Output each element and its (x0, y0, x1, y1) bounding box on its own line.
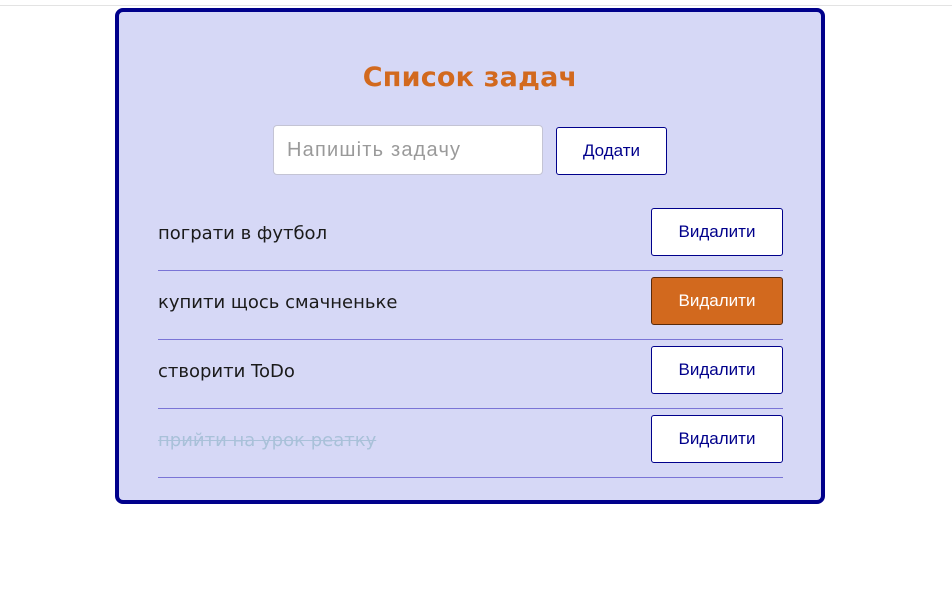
task-text-completed[interactable]: прийти на урок реатку (158, 430, 376, 451)
add-task-button[interactable]: Додати (556, 127, 667, 175)
task-text[interactable]: створити ToDo (158, 361, 295, 382)
delete-task-button[interactable]: Видалити (651, 346, 783, 394)
todo-card: Список задач Додати пограти в футбол Вид… (115, 8, 825, 504)
task-list: пограти в футбол Видалити купити щось см… (158, 202, 783, 478)
task-item: прийти на урок реатку Видалити (158, 409, 783, 478)
page-title: Список задач (362, 62, 578, 93)
delete-task-button[interactable]: Видалити (651, 277, 783, 325)
task-input[interactable] (273, 125, 543, 175)
task-text[interactable]: купити щось смачненьке (158, 292, 397, 313)
delete-task-button[interactable]: Видалити (651, 415, 783, 463)
task-item: купити щось смачненьке Видалити (158, 271, 783, 340)
delete-task-button[interactable]: Видалити (651, 208, 783, 256)
task-item: пограти в футбол Видалити (158, 202, 783, 271)
browser-top-divider (0, 5, 952, 6)
task-item: створити ToDo Видалити (158, 340, 783, 409)
task-text[interactable]: пограти в футбол (158, 223, 327, 244)
